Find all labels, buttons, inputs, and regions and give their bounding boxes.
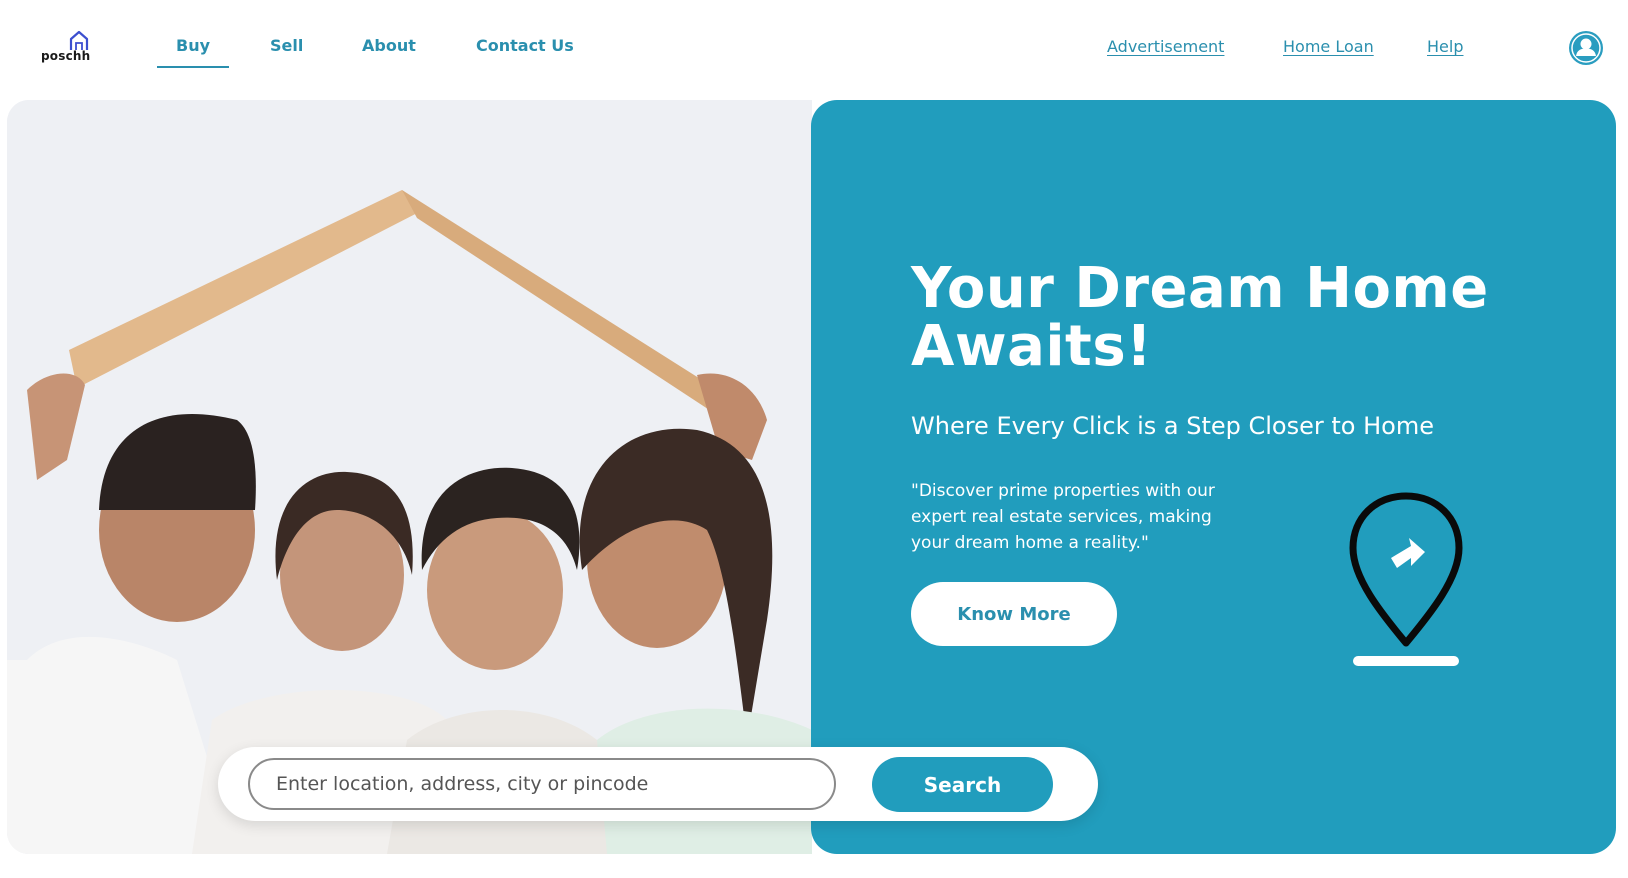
family-under-cardboard-roof-photo	[7, 100, 812, 854]
hero-quote: "Discover prime properties with our expe…	[911, 481, 1215, 553]
search-input[interactable]	[248, 758, 836, 810]
nav-contact-us[interactable]: Contact Us	[476, 36, 574, 55]
nav-home-loan[interactable]: Home Loan	[1283, 37, 1374, 56]
nav-sell[interactable]: Sell	[270, 36, 303, 55]
nav-about[interactable]: About	[362, 36, 416, 55]
nav-buy[interactable]: Buy	[156, 36, 230, 68]
search-bar: Search	[218, 747, 1098, 821]
location-pin-icon	[1349, 492, 1463, 666]
nav-advertisement[interactable]: Advertisement	[1107, 37, 1224, 56]
logo-text: poschh	[41, 49, 91, 63]
hero-panel: Your Dream Home Awaits! Where Every Clic…	[811, 100, 1616, 854]
user-avatar-icon	[1571, 33, 1601, 63]
page: poschh Buy Sell About Contact Us Adverti…	[0, 0, 1628, 878]
hero-title: Your Dream Home Awaits!	[911, 256, 1489, 379]
know-more-button[interactable]: Know More	[911, 582, 1117, 646]
hero-subtitle: Where Every Click is a Step Closer to Ho…	[911, 412, 1434, 440]
user-avatar-button[interactable]	[1569, 31, 1603, 65]
search-button[interactable]: Search	[872, 757, 1053, 812]
logo[interactable]: poschh	[38, 28, 98, 68]
nav-help[interactable]: Help	[1427, 37, 1463, 56]
hero-photo	[7, 100, 812, 854]
